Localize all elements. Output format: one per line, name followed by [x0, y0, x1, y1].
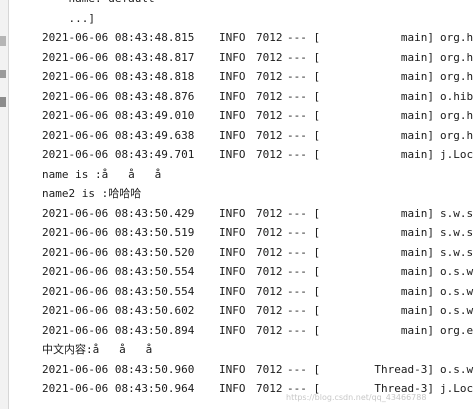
log-level: INFO: [219, 304, 246, 317]
log-pid: 7012: [256, 89, 283, 103]
editor-gutter: [0, 0, 9, 409]
log-thread: main]: [400, 323, 434, 337]
console-action-icon[interactable]: [0, 36, 6, 46]
log-thread: main]: [400, 31, 434, 44]
log-level: INFO: [219, 206, 246, 220]
log-thread: main]: [400, 245, 434, 259]
log-level: INFO: [219, 109, 246, 122]
log-pid: 7012: [256, 284, 283, 298]
log-level: INFO: [219, 50, 246, 64]
log-timestamp: 2021-06-06 08:43:48.817: [42, 50, 195, 64]
log-thread: main]: [400, 226, 434, 239]
log-level: INFO: [219, 89, 246, 103]
log-logger: j.Loc: [440, 148, 474, 161]
log-pid: 7012: [256, 50, 283, 64]
log-logger: o.s.w: [440, 284, 474, 298]
log-timestamp: 2021-06-06 08:43:48.876: [42, 89, 195, 103]
log-timestamp: 2021-06-06 08:43:49.701: [42, 148, 195, 161]
log-level: INFO: [219, 226, 246, 239]
log-level: INFO: [219, 70, 246, 83]
log-timestamp: 2021-06-06 08:43:50.894: [42, 323, 195, 337]
log-logger: j.Loc: [440, 382, 474, 395]
log-level: INFO: [219, 128, 246, 142]
log-timestamp: 2021-06-06 08:43:49.638: [42, 128, 195, 142]
log-level: INFO: [219, 148, 246, 161]
log-logger: org.h: [440, 50, 474, 64]
log-pid: 7012: [256, 128, 283, 142]
log-pid: 7012: [256, 70, 283, 83]
log-logger: org.h: [440, 31, 474, 44]
log-pid: 7012: [256, 148, 283, 161]
log-logger: s.w.s: [440, 206, 474, 220]
log-logger: o.hib: [440, 89, 474, 103]
log-logger: o.s.w: [440, 362, 474, 376]
log-level: INFO: [219, 245, 246, 259]
log-level: INFO: [219, 265, 246, 278]
log-thread: main]: [400, 206, 434, 220]
log-timestamp: 2021-06-06 08:43:50.520: [42, 245, 195, 259]
log-level: INFO: [219, 284, 246, 298]
watermark: https://blog.csdn.net/qq_43466788: [286, 393, 427, 402]
log-timestamp: 2021-06-06 08:43:50.960: [42, 362, 195, 376]
log-pid: 7012: [256, 245, 283, 259]
log-timestamp: 2021-06-06 08:43:50.554: [42, 265, 195, 278]
log-logger: org.e: [440, 323, 474, 337]
log-pid: 7012: [256, 382, 283, 395]
log-pid: 7012: [256, 31, 283, 44]
log-pid: 7012: [256, 265, 283, 278]
log-thread: main]: [400, 304, 434, 317]
yaml-name-line: name: default: [42, 0, 154, 8]
stdout-text: name2 is :哈哈哈: [42, 187, 142, 200]
log-thread: main]: [400, 148, 434, 161]
log-thread: main]: [400, 50, 434, 64]
log-logger: org.h: [440, 109, 474, 122]
log-logger: s.w.s: [440, 245, 474, 259]
log-thread: main]: [400, 128, 434, 142]
log-logger: o.s.w: [440, 265, 474, 278]
yaml-close-text: ...]: [42, 11, 95, 25]
log-thread: main]: [400, 265, 434, 278]
yaml-close-line: ...]: [42, 10, 95, 28]
log-logger: org.h: [440, 128, 474, 142]
log-timestamp: 2021-06-06 08:43:50.964: [42, 382, 195, 395]
pin-icon[interactable]: [0, 97, 6, 107]
log-pid: 7012: [256, 304, 283, 317]
log-thread: Thread-3]: [374, 362, 434, 376]
print-icon[interactable]: [0, 70, 6, 78]
log-timestamp: 2021-06-06 08:43:50.519: [42, 226, 195, 239]
log-pid: 7012: [256, 323, 283, 337]
log-thread: main]: [400, 89, 434, 103]
log-timestamp: 2021-06-06 08:43:50.554: [42, 284, 195, 298]
log-logger: org.h: [440, 70, 474, 83]
log-level: INFO: [219, 323, 246, 337]
log-timestamp: 2021-06-06 08:43:49.010: [42, 109, 195, 122]
log-level: INFO: [219, 31, 246, 44]
log-thread: main]: [400, 70, 434, 83]
log-logger: o.s.w: [440, 304, 474, 317]
log-thread: main]: [400, 284, 434, 298]
log-pid: 7012: [256, 362, 283, 376]
stdout-text: name is :å å å: [42, 167, 162, 181]
console-output[interactable]: name: default ...] 2021-06-06 08:43:48.8…: [42, 0, 474, 409]
log-pid: 7012: [256, 226, 283, 239]
log-logger: s.w.s: [440, 226, 474, 239]
log-level: INFO: [219, 362, 246, 376]
log-timestamp: 2021-06-06 08:43:48.815: [42, 31, 195, 44]
log-level: INFO: [219, 382, 246, 395]
log-thread: main]: [400, 109, 434, 122]
log-timestamp: 2021-06-06 08:43:48.818: [42, 70, 195, 83]
yaml-name-text: name: default: [42, 0, 154, 8]
log-timestamp: 2021-06-06 08:43:50.602: [42, 304, 195, 317]
log-pid: 7012: [256, 206, 283, 220]
stdout-text: 中文内容:å å å: [42, 343, 153, 356]
log-timestamp: 2021-06-06 08:43:50.429: [42, 206, 195, 220]
log-pid: 7012: [256, 109, 283, 122]
